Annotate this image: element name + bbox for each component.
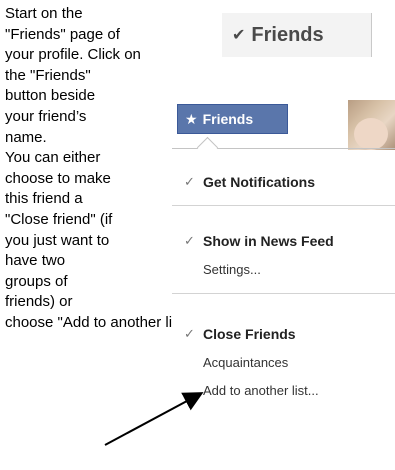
instruction-line: this friend a bbox=[5, 190, 83, 208]
menu-item-label: Close Friends bbox=[203, 326, 296, 342]
friends-dropdown-screenshot: ★ Friends ✓ Get Notifications ✓ Show in … bbox=[172, 100, 395, 460]
instruction-line: "Close friend" (if bbox=[5, 210, 113, 228]
menu-item-label: Add to another list... bbox=[203, 383, 319, 398]
instruction-line: you just want to bbox=[5, 231, 110, 249]
instruction-line: your profile. Click on bbox=[5, 46, 141, 64]
checkmark-icon: ✓ bbox=[184, 174, 195, 189]
checkmark-icon: ✓ bbox=[184, 326, 195, 341]
menu-divider bbox=[172, 293, 395, 294]
instruction-line: the "Friends" bbox=[5, 66, 91, 84]
menu-item-label: Get Notifications bbox=[203, 174, 316, 190]
friends-status-button[interactable]: ✔ Friends bbox=[222, 13, 372, 57]
instruction-line: name. bbox=[5, 128, 47, 146]
instruction-line: Start on the bbox=[5, 5, 83, 22]
menu-item-label: Show in News Feed bbox=[203, 233, 334, 249]
checkmark-icon: ✓ bbox=[184, 233, 195, 248]
menu-item-label: Acquaintances bbox=[203, 355, 289, 370]
menu-item-label: Settings... bbox=[203, 262, 261, 277]
instruction-line: have two bbox=[5, 252, 66, 270]
friends-button-label: Friends bbox=[202, 111, 254, 127]
instruction-line: groups of bbox=[5, 272, 68, 290]
instruction-line: your friend’s bbox=[5, 107, 87, 125]
friends-button[interactable]: ★ Friends bbox=[177, 104, 288, 134]
instruction-line: "Friends" page of bbox=[5, 25, 120, 43]
instruction-line: choose "Add to another list". bbox=[5, 313, 194, 331]
instruction-line: You can either bbox=[5, 149, 101, 167]
star-icon: ★ bbox=[185, 110, 198, 127]
profile-photo-face bbox=[354, 118, 388, 150]
profile-photo bbox=[348, 100, 395, 150]
checkmark-icon: ✔ bbox=[232, 27, 246, 44]
friends-button-label: Friends bbox=[251, 23, 324, 46]
menu-divider bbox=[172, 205, 395, 206]
instruction-line: choose to make bbox=[5, 169, 111, 187]
instruction-line: friends) or bbox=[5, 293, 73, 311]
instructions-text: Start on the "Friends" page of your prof… bbox=[5, 4, 193, 334]
instruction-line: button beside bbox=[5, 87, 96, 105]
dropdown-caret bbox=[196, 136, 219, 159]
